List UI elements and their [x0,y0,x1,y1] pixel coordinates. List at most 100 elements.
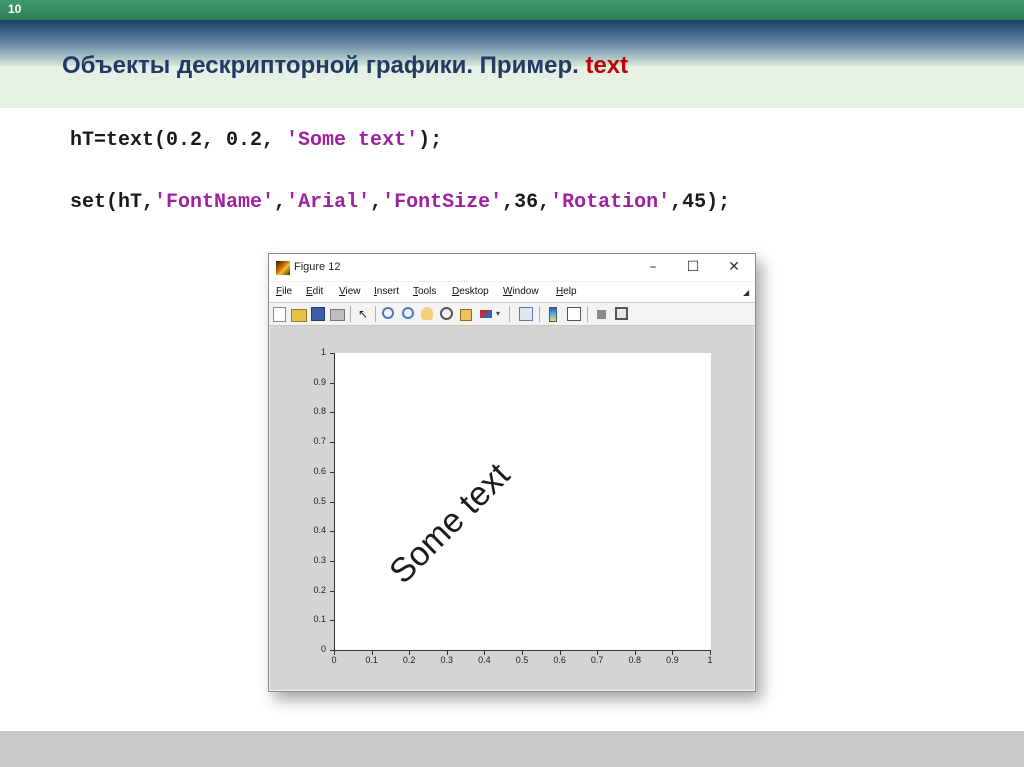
figure-window: Figure 12 – ☐ ✕ File Edit View Insert To… [268,253,756,692]
x-tick-label: 0.6 [553,655,566,665]
brush-dropdown-icon[interactable]: ▾ [496,307,510,321]
figure-toolbar: ↖ ▾ [269,302,755,326]
toolbar-separator [509,306,510,322]
code-string: 'Rotation' [550,191,671,214]
zoom-out-icon[interactable] [402,307,414,319]
y-tick-label: 0.5 [313,495,326,506]
y-tick-mark [330,382,334,384]
new-figure-icon[interactable] [273,307,286,322]
save-icon[interactable] [311,307,325,321]
code-line-1: hT=text(0.2, 0.2, 'Some text'); [70,129,442,152]
colorbar-icon[interactable] [549,307,557,322]
code-token: , [370,191,383,214]
y-tick-label: 0.3 [313,554,326,565]
y-tick-label: 0.6 [313,465,326,476]
rotate-icon[interactable] [440,307,453,320]
hide-plot-tools-icon[interactable] [597,310,606,319]
x-tick-mark [484,651,486,655]
y-tick-label: 0.7 [313,436,326,447]
slide-number: 10 [8,2,22,16]
y-tick-mark [330,560,334,562]
x-tick-label: 0.2 [402,655,416,665]
window-title: Figure 12 [294,261,341,273]
code-token: ); [418,129,443,152]
code-token: ,45); [670,191,731,214]
x-tick-mark [409,651,411,655]
maximize-button[interactable]: ☐ [679,257,707,277]
slide-bottom-band [0,731,1024,767]
figure-area: 0 0.1 0.2 0.3 0.4 0.5 0.6 0.7 0.8 0.9 1 0 0.1 0.2 0.3 0… [270,326,754,690]
code-token: ,36, [502,191,551,214]
menu-edit[interactable]: Edit [306,286,323,297]
y-tick-mark [330,442,334,444]
x-tick-mark [371,651,373,655]
menu-file[interactable]: File [276,286,292,297]
code-string: 'Arial' [286,191,371,214]
x-tick-label: 0.5 [515,655,529,665]
y-tick-mark [330,353,334,354]
slide-title-accent: text [585,52,629,79]
menu-desktop[interactable]: Desktop [452,286,489,297]
pointer-icon[interactable]: ↖ [358,307,372,321]
x-tick-mark [710,651,711,655]
y-tick-mark [330,501,334,503]
x-tick-mark [559,651,561,655]
x-tick-mark [634,651,636,655]
x-tick-mark [334,651,335,655]
code-string: 'FontName' [154,191,275,214]
menu-window[interactable]: Window [503,286,539,297]
toolbar-separator [375,306,376,322]
data-cursor-icon[interactable] [460,309,472,321]
x-tick-label: 0.3 [440,655,454,665]
code-token: , [274,191,287,214]
code-token: set(hT, [70,191,155,214]
link-plot-icon[interactable] [519,307,533,321]
x-tick-label: 0 [331,655,337,665]
y-tick-label: 0 [320,644,326,654]
x-tick-mark [446,651,448,655]
code-string: 'Some text' [286,129,419,152]
close-button[interactable]: ✕ [720,257,748,277]
x-tick-label: 0.8 [628,655,642,665]
x-tick-mark [522,651,523,655]
slide-title: Объекты дескрипторной графики. Пример. t… [62,52,628,80]
x-tick-label: 1 [707,655,713,665]
menu-view[interactable]: View [339,286,361,297]
slide-title-main: Объекты дескрипторной графики. Пример. [62,52,586,79]
y-tick-label: 0.9 [313,376,326,387]
y-tick-label: 0.2 [313,584,326,595]
menu-help[interactable]: Help [556,286,577,297]
y-tick-mark [330,412,334,414]
x-tick-mark [597,651,599,655]
show-plot-tools-icon[interactable] [615,307,628,320]
window-titlebar[interactable]: Figure 12 – ☐ ✕ [269,254,755,281]
pan-icon[interactable] [421,307,433,320]
code-line-2: set(hT,'FontName','Arial','FontSize',36,… [70,191,730,214]
matlab-logo-icon [276,261,290,275]
zoom-in-icon[interactable] [382,307,394,319]
menu-insert[interactable]: Insert [374,286,399,297]
code-string: 'FontSize' [382,191,503,214]
x-tick-label: 0.4 [478,655,491,665]
y-tick-label: 0.4 [313,525,326,536]
y-tick-mark [330,620,334,622]
y-tick-label: 0.8 [313,406,326,417]
y-tick-label: 0.1 [313,614,326,625]
toolbar-separator [539,306,540,322]
print-icon[interactable] [330,309,345,321]
y-tick-mark [330,590,334,592]
y-tick-label: 1 [320,347,326,357]
y-tick-mark [330,471,334,473]
y-tick-mark [330,531,334,533]
legend-icon[interactable] [567,307,581,321]
x-tick-mark [672,651,674,655]
toolbar-separator [350,306,351,322]
open-file-icon[interactable] [291,309,307,322]
plot-axes[interactable] [334,353,711,651]
brush-icon[interactable] [480,310,492,318]
x-tick-label: 0.1 [365,655,378,665]
menu-tools[interactable]: Tools [413,286,436,297]
code-token: hT=text(0.2, 0.2, [70,129,287,152]
dock-arrow-icon[interactable]: ◢ [743,288,749,297]
minimize-button[interactable]: – [639,257,667,277]
